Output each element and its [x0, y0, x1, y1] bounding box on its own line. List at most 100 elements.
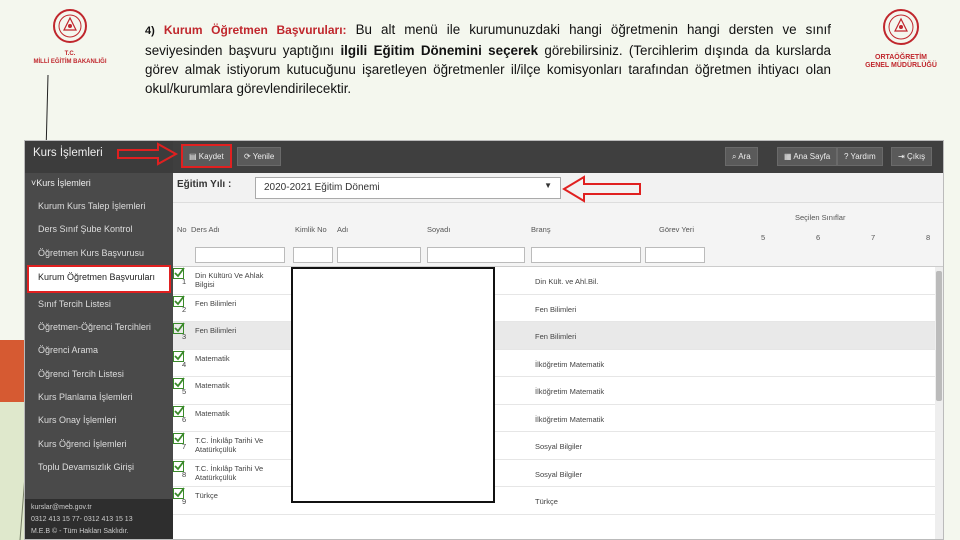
home-button[interactable]: ▦ Ana Sayfa: [777, 147, 838, 166]
sidebar-item[interactable]: Öğrenci Tercih Listesi: [25, 363, 173, 386]
sidebar-item[interactable]: Öğretmen-Öğrenci Tercihleri: [25, 316, 173, 339]
cell-brans: İlköğretim Matematik: [535, 414, 605, 424]
sidebar-item[interactable]: Sınıf Tercih Listesi: [25, 293, 173, 316]
cell-brans: Türkçe: [535, 497, 558, 506]
refresh-icon: ⟳: [244, 152, 251, 161]
cell-brans: Fen Bilimleri: [535, 332, 577, 341]
description-number: 4): [145, 25, 155, 37]
table-row[interactable]: 6 Matematik İlköğretim Matematik: [173, 404, 935, 432]
cell-ders: Fen Bilimleri: [195, 298, 237, 308]
grid-body: 1 Din Kültürü Ve Ahlak Bilgisi Din Kült. v…: [173, 267, 935, 539]
filter-soyadi[interactable]: [427, 247, 525, 263]
home-label: Ana Sayfa: [793, 152, 831, 161]
app-window: Kurs İşlemleri ˅Kurs İşlemleri Kurum Kur…: [24, 140, 944, 540]
description-bold: ilgili Eğitim Dönemini seçerek: [340, 43, 539, 58]
save-button[interactable]: ▤ Kaydet: [181, 144, 232, 168]
cell-ders: Din Kültürü Ve Ahlak Bilgisi: [195, 271, 264, 289]
filter-kimlik[interactable]: [293, 247, 333, 263]
meb-logo: T.C. MİLLİ EĞİTİM BAKANLIĞI: [22, 8, 118, 65]
table-row[interactable]: 3 Fen Bilimleri Fen Bilimleri: [173, 322, 935, 350]
filter-gorev[interactable]: [645, 247, 705, 263]
filter-brans[interactable]: [531, 247, 641, 263]
col-adi: Adı: [337, 225, 349, 234]
table-row[interactable]: 8 T.C. İnkılâp Tarihi Ve Atatürkçülük Sosy…: [173, 459, 935, 487]
sidebar-item[interactable]: Kurs Planlama İşlemleri: [25, 386, 173, 409]
grid-header: No Ders Adı Kimlik No Adı Soyadı Branş G…: [173, 203, 943, 267]
cell-no: 2: [182, 304, 187, 314]
level-6: 6: [816, 233, 821, 242]
cell-no: 3: [182, 332, 187, 341]
table-row[interactable]: 1 Din Kültürü Ve Ahlak Bilgisi Din Kült. v…: [173, 267, 935, 295]
sidebar-item[interactable]: Toplu Devamsızlık Girişi: [25, 456, 173, 479]
cell-no: 4: [182, 359, 187, 369]
description-text: 4) Kurum Öğretmen Başvuruları: Bu alt me…: [145, 20, 831, 98]
help-button[interactable]: ? Yardım: [837, 147, 883, 166]
table-row[interactable]: 9 Türkçe Türkçe: [173, 487, 935, 515]
table-row[interactable]: 7 T.C. İnkılâp Tarihi Ve Atatürkçülük Sosy…: [173, 432, 935, 460]
sidebar-item[interactable]: Kurum Kurs Talep İşlemleri: [25, 195, 173, 218]
arrow-to-year-select: [562, 175, 641, 203]
level-5: 5: [761, 233, 766, 242]
col-ders: Ders Adı: [191, 225, 220, 234]
logo-left-caption-2: MİLLİ EĞİTİM BAKANLIĞI: [33, 59, 107, 65]
search-label: Ara: [738, 152, 751, 161]
footer-phone: 0312 413 15 77- 0312 413 15 13: [31, 516, 133, 523]
accent-bar: [0, 340, 24, 402]
cell-ders: Fen Bilimleri: [195, 326, 237, 335]
col-secilen: Seçilen Sınıflar: [795, 213, 846, 222]
year-label: Eğitim Yılı :: [177, 179, 232, 190]
cell-brans: Fen Bilimleri: [535, 304, 577, 314]
scrollbar-thumb[interactable]: [936, 271, 942, 401]
sidebar-item[interactable]: Kurs Onay İşlemleri: [25, 409, 173, 432]
accent-bar-light: [0, 402, 24, 540]
cell-brans: Din Kült. ve Ahl.Bil.: [535, 277, 599, 286]
year-select[interactable]: 2020-2021 Eğitim Dönemi ▼: [255, 177, 561, 199]
cell-brans: İlköğretim Matematik: [535, 359, 605, 369]
filter-ders[interactable]: [195, 247, 285, 263]
exit-label: Çıkış: [906, 152, 926, 161]
search-button[interactable]: ⌕ Ara: [725, 147, 758, 166]
arrow-to-save: [117, 142, 178, 166]
filter-row: Eğitim Yılı : 2020-2021 Eğitim Dönemi ▼: [173, 173, 943, 203]
cell-ders: Matematik: [195, 353, 230, 363]
table-row[interactable]: 2 Fen Bilimleri Fen Bilimleri: [173, 294, 935, 322]
exit-button[interactable]: ⇥ Çıkış: [891, 147, 933, 166]
sidebar-item[interactable]: Öğrenci Arama: [25, 339, 173, 362]
chevron-down-icon: ▼: [544, 181, 552, 190]
sidebar: Kurs İşlemleri ˅Kurs İşlemleri Kurum Kur…: [25, 141, 173, 539]
sidebar-item[interactable]: Kurum Öğretmen Başvuruları: [27, 264, 171, 293]
cell-no: 9: [182, 497, 187, 506]
sidebar-item[interactable]: Kurs Öğrenci İşlemleri: [25, 433, 173, 456]
home-icon: ▦: [784, 152, 792, 161]
cell-ders: T.C. İnkılâp Tarihi Ve Atatürkçülük: [195, 463, 264, 482]
cell-no: 7: [182, 442, 187, 451]
search-icon: ⌕: [732, 152, 737, 161]
redaction-box: [291, 267, 495, 503]
level-8: 8: [926, 233, 931, 242]
col-brans: Branş: [531, 225, 551, 234]
sidebar-group[interactable]: ˅Kurs İşlemleri: [25, 173, 173, 195]
col-no: No: [177, 225, 187, 234]
cell-no: 5: [182, 387, 187, 396]
cell-no: 8: [182, 469, 187, 479]
refresh-button[interactable]: ⟳ Yenile: [237, 147, 282, 166]
table-row[interactable]: 4 Matematik İlköğretim Matematik: [173, 349, 935, 377]
sidebar-footer: kurslar@meb.gov.tr 0312 413 15 77- 0312 …: [25, 499, 173, 539]
level-7: 7: [871, 233, 876, 242]
logo-right-caption-2: GENEL MÜDÜRLÜĞÜ: [865, 62, 937, 69]
table-row[interactable]: 5 Matematik İlköğretim Matematik: [173, 377, 935, 405]
exit-icon: ⇥: [898, 152, 905, 161]
filter-adi[interactable]: [337, 247, 421, 263]
sidebar-item[interactable]: Ders Sınıf Şube Kontrol: [25, 218, 173, 241]
col-gorev: Görev Yeri: [659, 225, 695, 234]
sidebar-group-label: Kurs İşlemleri: [36, 178, 91, 188]
help-icon: ?: [844, 152, 849, 161]
scrollbar[interactable]: [935, 267, 943, 539]
cell-ders: T.C. İnkılâp Tarihi Ve Atatürkçülük: [195, 436, 264, 454]
cell-ders: Matematik: [195, 381, 230, 390]
cell-ders: Türkçe: [195, 491, 218, 500]
cell-no: 1: [182, 277, 187, 286]
sidebar-item[interactable]: Öğretmen Kurs Başvurusu: [25, 242, 173, 265]
cell-brans: İlköğretim Matematik: [535, 387, 605, 396]
toolbar: ▤ Kaydet ⟳ Yenile ⌕ Ara ▦ Ana Sayfa ? Ya…: [173, 141, 943, 173]
